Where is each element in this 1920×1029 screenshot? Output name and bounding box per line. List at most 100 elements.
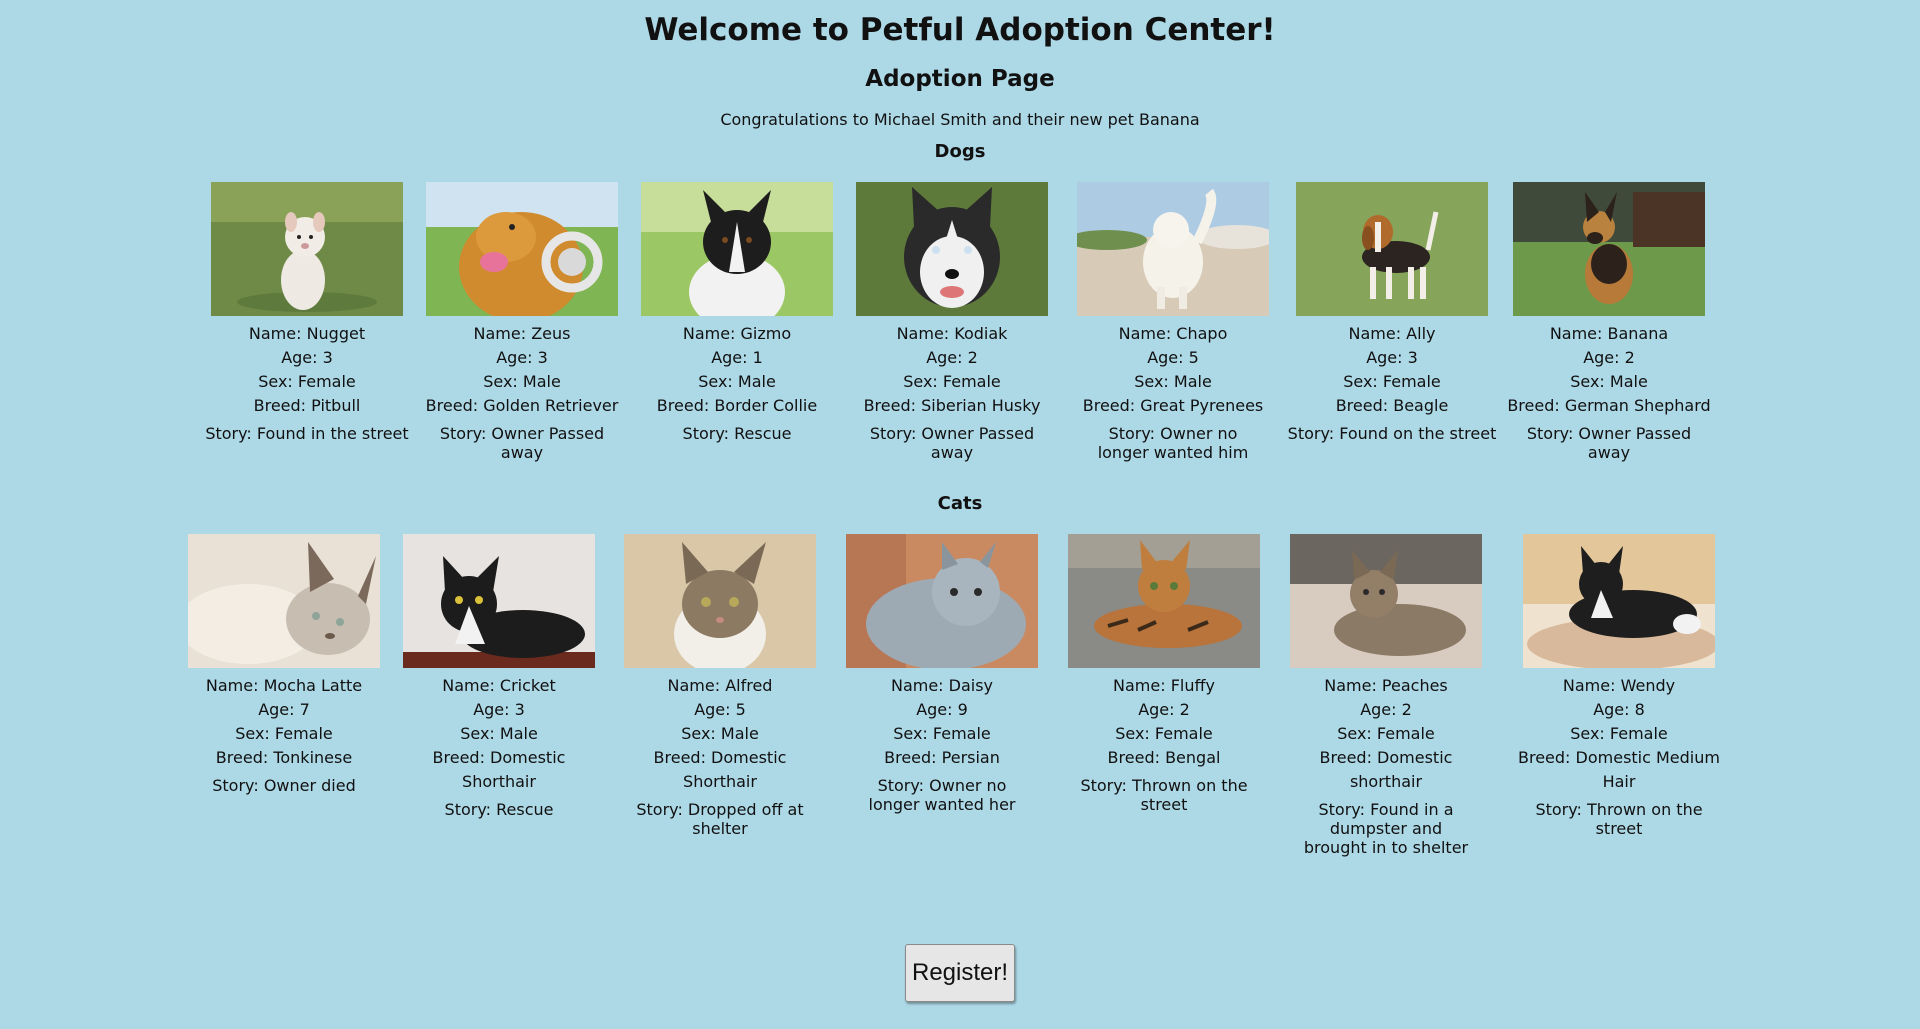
- cats-row: Name: Mocha Latte Age: 7 Sex: Female Bre…: [0, 534, 1920, 857]
- cat-photo-mocha-latte: [188, 534, 380, 668]
- dog-name: Name: Ally: [1348, 324, 1436, 343]
- cat-age: Age: 8: [1593, 700, 1645, 719]
- cat-photo-wendy: [1523, 534, 1715, 668]
- dog-story: Story: Found on the street: [1287, 424, 1497, 443]
- dog-photo-nugget: [211, 182, 403, 316]
- page-title: Welcome to Petful Adoption Center!: [644, 12, 1276, 48]
- dog-card: Name: Chapo Age: 5 Sex: Male Breed: Grea…: [1068, 182, 1278, 462]
- page-subtitle: Adoption Page: [865, 66, 1055, 92]
- dog-age: Age: 3: [281, 348, 333, 367]
- dog-sex: Sex: Male: [1570, 372, 1648, 391]
- cat-name: Name: Mocha Latte: [205, 676, 363, 695]
- cats-heading: Cats: [937, 493, 983, 514]
- dog-name: Name: Nugget: [248, 324, 366, 343]
- cat-breed: Breed: Domestic Shorthair: [653, 748, 787, 791]
- dog-breed: Breed: Beagle: [1335, 396, 1449, 415]
- cat-story: Story: Owner no longer wanted her: [868, 776, 1016, 814]
- cat-photo-fluffy: [1068, 534, 1260, 668]
- dog-name: Name: Chapo: [1118, 324, 1228, 343]
- dog-card: Name: Kodiak Age: 2 Sex: Female Breed: S…: [847, 182, 1057, 462]
- cat-photo-alfred: [624, 534, 816, 668]
- dog-story: Story: Owner Passed away: [439, 424, 605, 462]
- cat-sex: Sex: Female: [893, 724, 991, 743]
- dog-breed: Breed: Golden Retriever: [425, 396, 619, 415]
- dog-photo-zeus: [426, 182, 618, 316]
- cat-breed: Breed: Domestic Medium Hair: [1518, 748, 1720, 791]
- cat-breed: Breed: Domestic shorthair: [1319, 748, 1453, 791]
- cat-card: Name: Wendy Age: 8 Sex: Female Breed: Do…: [1514, 534, 1724, 838]
- cat-photo-daisy: [846, 534, 1038, 668]
- dog-card: Name: Zeus Age: 3 Sex: Male Breed: Golde…: [417, 182, 627, 462]
- cat-sex: Sex: Female: [235, 724, 333, 743]
- dog-sex: Sex: Male: [698, 372, 776, 391]
- dogs-heading: Dogs: [934, 141, 986, 162]
- cat-age: Age: 2: [1138, 700, 1190, 719]
- cat-story: Story: Found in a dumpster and brought i…: [1303, 800, 1469, 857]
- cat-card: Name: Alfred Age: 5 Sex: Male Breed: Dom…: [615, 534, 825, 838]
- dog-story: Story: Owner no longer wanted him: [1097, 424, 1249, 462]
- adoption-page: Welcome to Petful Adoption Center! Adopt…: [0, 0, 1920, 1029]
- dog-age: Age: 3: [496, 348, 548, 367]
- dog-card: Name: Banana Age: 2 Sex: Male Breed: Ger…: [1504, 182, 1714, 462]
- dog-breed: Breed: Siberian Husky: [863, 396, 1041, 415]
- dog-age: Age: 1: [711, 348, 763, 367]
- dog-sex: Sex: Female: [1343, 372, 1441, 391]
- cat-name: Name: Alfred: [667, 676, 773, 695]
- dog-card: Name: Ally Age: 3 Sex: Female Breed: Bea…: [1287, 182, 1497, 443]
- dog-name: Name: Gizmo: [682, 324, 792, 343]
- dog-story: Story: Owner Passed away: [869, 424, 1035, 462]
- dog-sex: Sex: Male: [1134, 372, 1212, 391]
- cat-sex: Sex: Male: [460, 724, 538, 743]
- dog-breed: Breed: Border Collie: [656, 396, 818, 415]
- dog-age: Age: 3: [1366, 348, 1418, 367]
- dog-card: Name: Nugget Age: 3 Sex: Female Breed: P…: [202, 182, 412, 443]
- cat-age: Age: 5: [694, 700, 746, 719]
- cat-sex: Sex: Male: [681, 724, 759, 743]
- dog-breed: Breed: Pitbull: [253, 396, 361, 415]
- register-area: Register!: [0, 944, 1920, 1002]
- dog-age: Age: 2: [926, 348, 978, 367]
- cat-breed: Breed: Domestic Shorthair: [432, 748, 566, 791]
- cat-card: Name: Peaches Age: 2 Sex: Female Breed: …: [1281, 534, 1491, 857]
- cat-name: Name: Peaches: [1324, 676, 1448, 695]
- dog-sex: Sex: Female: [258, 372, 356, 391]
- cat-name: Name: Fluffy: [1113, 676, 1215, 695]
- cat-story: Story: Owner died: [212, 776, 356, 795]
- dog-card: Name: Gizmo Age: 1 Sex: Male Breed: Bord…: [632, 182, 842, 443]
- dog-name: Name: Zeus: [473, 324, 571, 343]
- cat-photo-peaches: [1290, 534, 1482, 668]
- dog-name: Name: Banana: [1549, 324, 1669, 343]
- dog-story: Story: Found in the street: [205, 424, 409, 443]
- cat-breed: Breed: Bengal: [1107, 748, 1221, 767]
- dog-breed: Breed: German Shephard: [1507, 396, 1711, 415]
- cat-age: Age: 9: [916, 700, 968, 719]
- cat-name: Name: Cricket: [442, 676, 556, 695]
- dog-photo-ally: [1296, 182, 1488, 316]
- dog-photo-banana: [1513, 182, 1705, 316]
- cat-story: Story: Thrown on the street: [1080, 776, 1248, 814]
- cat-age: Age: 7: [258, 700, 310, 719]
- dogs-row: Name: Nugget Age: 3 Sex: Female Breed: P…: [0, 182, 1920, 482]
- congrats-message: Congratulations to Michael Smith and the…: [720, 110, 1200, 129]
- cat-card: Name: Daisy Age: 9 Sex: Female Breed: Pe…: [837, 534, 1047, 814]
- dog-story: Story: Rescue: [682, 424, 792, 443]
- dog-age: Age: 5: [1147, 348, 1199, 367]
- cat-name: Name: Wendy: [1562, 676, 1676, 695]
- cat-age: Age: 3: [473, 700, 525, 719]
- dog-age: Age: 2: [1583, 348, 1635, 367]
- cat-breed: Breed: Tonkinese: [215, 748, 353, 767]
- cat-story: Story: Rescue: [444, 800, 554, 819]
- cat-sex: Sex: Female: [1115, 724, 1213, 743]
- cat-photo-cricket: [403, 534, 595, 668]
- dog-sex: Sex: Female: [903, 372, 1001, 391]
- dog-photo-chapo: [1077, 182, 1269, 316]
- register-button[interactable]: Register!: [905, 944, 1015, 1002]
- dog-photo-gizmo: [641, 182, 833, 316]
- dog-story: Story: Owner Passed away: [1526, 424, 1692, 462]
- cat-card: Name: Fluffy Age: 2 Sex: Female Breed: B…: [1059, 534, 1269, 814]
- dog-name: Name: Kodiak: [896, 324, 1008, 343]
- cat-age: Age: 2: [1360, 700, 1412, 719]
- cat-card: Name: Mocha Latte Age: 7 Sex: Female Bre…: [179, 534, 389, 795]
- cat-story: Story: Thrown on the street: [1535, 800, 1703, 838]
- cat-breed: Breed: Persian: [884, 748, 1000, 767]
